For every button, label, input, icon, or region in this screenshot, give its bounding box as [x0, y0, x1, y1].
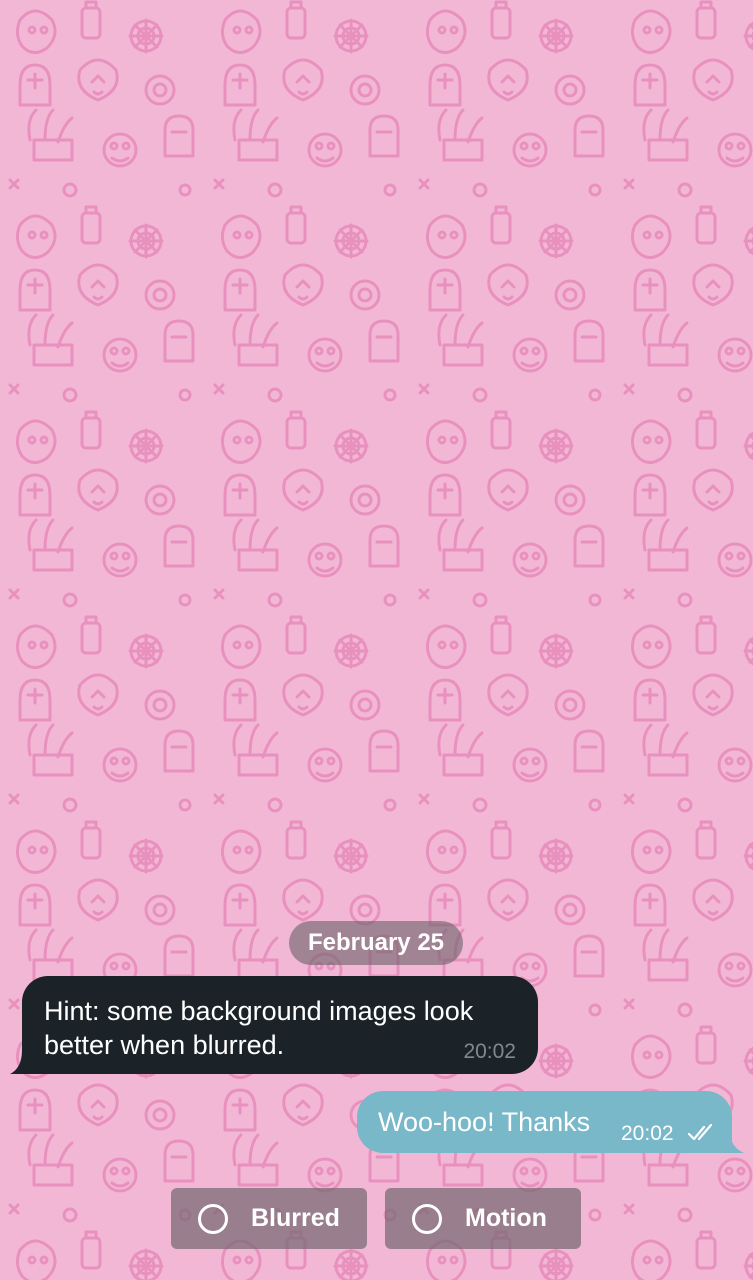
incoming-message-text: Hint: some background images look better… — [44, 996, 474, 1060]
double-check-icon — [687, 1124, 713, 1141]
blurred-label: Blurred — [251, 1204, 340, 1232]
date-separator: February 25 — [289, 921, 463, 965]
blurred-toggle[interactable]: Blurred — [171, 1188, 367, 1249]
outgoing-message-bubble[interactable]: Woo-hoo! Thanks 20:02 — [357, 1091, 732, 1153]
halloween-pattern-background — [0, 0, 753, 1280]
radio-circle-icon — [198, 1203, 228, 1234]
radio-circle-icon — [412, 1203, 442, 1234]
incoming-message-time: 20:02 — [463, 1040, 516, 1063]
incoming-message-bubble[interactable]: Hint: some background images look better… — [22, 976, 538, 1074]
outgoing-message-text: Woo-hoo! Thanks — [378, 1107, 591, 1137]
motion-toggle[interactable]: Motion — [385, 1188, 581, 1249]
outgoing-message-time: 20:02 — [621, 1122, 674, 1145]
motion-label: Motion — [465, 1204, 547, 1232]
